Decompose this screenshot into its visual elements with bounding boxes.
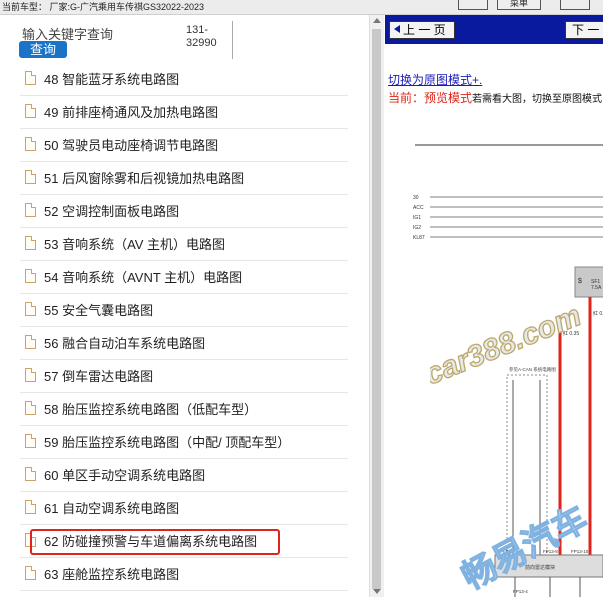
list-item-label: 51 后风窗除雾和后视镜加热电路图	[44, 171, 245, 186]
preview-prefix: 当前：	[388, 91, 425, 105]
list-item-label: 56 融合自动泊车系统电路图	[44, 336, 206, 351]
preview-mode-label: 预览模式	[424, 91, 473, 105]
list-item-label: 58 胎压监控系统电路图（低配车型）	[44, 402, 258, 417]
scroll-down-icon[interactable]	[373, 589, 381, 594]
list-item[interactable]: 52 空调控制面板电路图	[20, 195, 348, 228]
list-item-label: 50 驾驶员电动座椅调节电路图	[44, 138, 219, 153]
arrow-left-icon	[394, 25, 400, 33]
document-code: 131- 32990	[186, 24, 217, 50]
list-item[interactable]: 59 胎压监控系统电路图（中配/ 顶配车型）	[20, 426, 348, 459]
document-code-line2: 32990	[186, 37, 217, 49]
list-item-label: 49 前排座椅通风及加热电路图	[44, 105, 219, 120]
menu-button[interactable]: 菜单	[497, 0, 541, 10]
next-page-label: 下 一	[572, 23, 600, 37]
document-icon	[25, 236, 36, 250]
scroll-up-icon[interactable]	[373, 18, 381, 23]
prev-page-label: 上 一 页	[403, 23, 446, 37]
power-rails: 30 ACC IG1 IG2 KL87	[413, 195, 603, 241]
list-item[interactable]: 60 单区手动空调系统电路图	[20, 459, 348, 492]
document-icon	[25, 302, 36, 316]
watermark-text-2: 畅易汽车	[455, 499, 594, 598]
prev-page-button[interactable]: 上 一 页	[389, 21, 455, 39]
list-item-label: 54 音响系统（AVNT 主机）电路图	[44, 270, 243, 285]
list-item[interactable]: 58 胎压监控系统电路图（低配车型）	[20, 393, 348, 426]
switch-original-mode-link[interactable]: 切换为原图模式+.	[388, 71, 482, 88]
rail-label: 30	[413, 195, 419, 201]
document-icon	[25, 137, 36, 151]
rail-label: ACC	[413, 205, 424, 211]
rail-label: KL87	[413, 235, 425, 241]
document-icon	[25, 401, 36, 415]
preview-mode-notice: 当前：预览模式若需看大图，切换至原图模式	[388, 89, 602, 106]
list-item[interactable]: 48 智能蓝牙系统电路图	[20, 63, 348, 96]
list-item-label: 55 安全气囊电路图	[44, 303, 154, 318]
watermark: car388.com 畅易汽车	[430, 298, 595, 598]
list-item[interactable]: 61 自动空调系统电路图	[20, 492, 348, 525]
document-icon	[25, 71, 36, 85]
list-item[interactable]: 55 安全气囊电路图	[20, 294, 348, 327]
catalog-panel: 输入关键字查询 查询 131- 32990 48 智能蓝牙系统电路图 49 前排座…	[0, 15, 370, 597]
document-icon	[25, 170, 36, 184]
search-button[interactable]: 查询	[19, 41, 67, 58]
diagram-list: 48 智能蓝牙系统电路图 49 前排座椅通风及加热电路图 50 驾驶员电动座椅调节电…	[20, 63, 348, 591]
list-item[interactable]: 49 前排座椅通风及加热电路图	[20, 96, 348, 129]
list-item[interactable]: 57 倒车雷达电路图	[20, 360, 348, 393]
watermark-text-1: car388.com	[430, 299, 586, 391]
list-item-label: 52 空调控制面板电路图	[44, 204, 180, 219]
next-page-button[interactable]: 下 一	[565, 21, 603, 39]
document-code-line1: 131-	[186, 24, 209, 36]
list-item-label: 61 自动空调系统电路图	[44, 501, 180, 516]
document-icon	[25, 269, 36, 283]
document-icon	[25, 335, 36, 349]
list-item-label: 59 胎压监控系统电路图（中配/ 顶配车型）	[44, 435, 291, 450]
document-icon	[25, 368, 36, 382]
list-item[interactable]: 62 防碰撞预警与车道偏离系统电路图	[20, 525, 348, 558]
fuse-symbol: $	[578, 278, 582, 285]
list-item-label: 57 倒车雷达电路图	[44, 369, 154, 384]
list-item[interactable]: 56 融合自动泊车系统电路图	[20, 327, 348, 360]
document-icon	[25, 566, 36, 580]
toolbar-button[interactable]	[458, 0, 488, 10]
list-item[interactable]: 53 音响系统（AV 主机）电路图	[20, 228, 348, 261]
selection-highlight	[30, 529, 280, 555]
title-bar: 当前车型： 厂家:G-广汽乘用车传祺GS32022-2023 菜单	[0, 0, 603, 15]
document-icon	[25, 467, 36, 481]
list-item[interactable]: 63 座舱监控系统电路图	[20, 558, 348, 591]
preview-hint: 若需看大图，切换至原图模式	[472, 94, 603, 105]
viewer-nav-bar: 上 一 页 下 一	[385, 15, 603, 44]
document-icon	[25, 500, 36, 514]
current-model-label: 当前车型： 厂家:G-广汽乘用车传祺GS32022-2023	[2, 2, 205, 12]
list-item-label: 63 座舱监控系统电路图	[44, 567, 180, 582]
document-icon	[25, 104, 36, 118]
document-icon	[25, 434, 36, 448]
document-icon	[25, 203, 36, 217]
rail-label: IG2	[413, 225, 421, 231]
list-item[interactable]: 51 后风窗除雾和后视镜加热电路图	[20, 162, 348, 195]
list-item[interactable]: 50 驾驶员电动座椅调节电路图	[20, 129, 348, 162]
list-item[interactable]: 54 音响系统（AVNT 主机）电路图	[20, 261, 348, 294]
list-item-label: 53 音响系统（AV 主机）电路图	[44, 237, 226, 252]
list-item-label: 60 单区手动空调系统电路图	[44, 468, 206, 483]
divider	[232, 21, 233, 59]
list-scrollbar[interactable]	[369, 15, 384, 597]
rail-label: IG1	[413, 215, 421, 221]
list-item-label: 48 智能蓝牙系统电路图	[44, 72, 180, 87]
scroll-thumb[interactable]	[372, 29, 381, 589]
toolbar-button-2[interactable]	[560, 0, 590, 10]
